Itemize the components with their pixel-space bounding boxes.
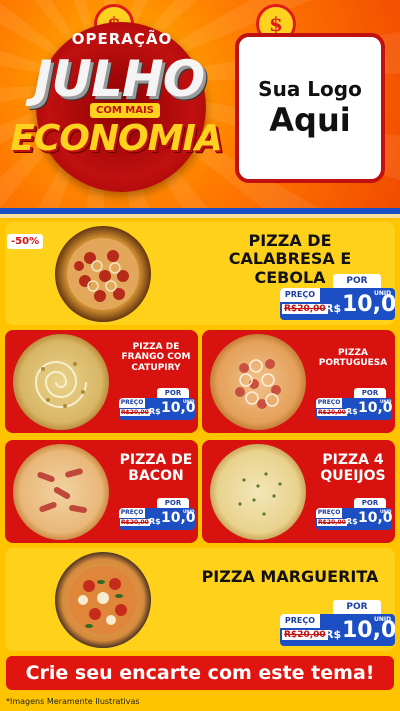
- currency: R$: [346, 407, 358, 416]
- product-name: PIZZA DE BACON: [119, 452, 193, 485]
- preco-label: PREÇO: [316, 508, 342, 518]
- footnote: *Imagens Meramente Ilustrativas: [6, 697, 140, 706]
- price-tag: PREÇO R$20,00 R$ 10,00 UNID: [119, 398, 195, 420]
- preco-label: PREÇO: [316, 398, 342, 408]
- unit-label: UNID: [374, 616, 392, 623]
- product-name: PIZZA DE FRANGO COM CATUPIRY: [121, 342, 191, 373]
- por-label: POR: [354, 498, 386, 508]
- com-mais-tag: COM MAIS: [90, 103, 160, 118]
- cta-button[interactable]: Crie seu encarte com este tema!: [6, 656, 394, 690]
- preco-label: PREÇO: [280, 288, 320, 302]
- por-label: POR: [157, 388, 189, 398]
- product-name: PIZZA MARGUERITA: [201, 567, 379, 586]
- old-price: R$20,00: [282, 304, 328, 314]
- pizza-image: [55, 552, 151, 648]
- currency: R$: [149, 407, 161, 416]
- discount-badge: -50%: [7, 234, 44, 249]
- currency: R$: [325, 302, 342, 315]
- unit-label: UNID: [380, 509, 392, 514]
- preco-label: PREÇO: [119, 508, 145, 518]
- pizza-image: [13, 444, 109, 540]
- por-label: POR: [333, 600, 381, 614]
- logo-line-2: Aqui: [269, 101, 351, 139]
- product-card-frango[interactable]: PIZZA DE FRANGO COM CATUPIRY POR PREÇO R…: [5, 330, 198, 433]
- operacao-text: OPERAÇÃO: [71, 30, 173, 48]
- preco-label: PREÇO: [119, 398, 145, 408]
- unit-label: UNID: [183, 399, 195, 404]
- product-card-4-queijos[interactable]: PIZZA 4 QUEIJOS POR PREÇO R$20,00 R$ 10,…: [202, 440, 395, 543]
- pizza-image: [13, 334, 109, 430]
- price-tag: PREÇO R$20,00 R$ 10,00 UNID: [316, 398, 392, 420]
- julho-text: JULHO: [33, 50, 205, 108]
- old-price: R$20,00: [120, 519, 150, 526]
- logo-line-1: Sua Logo: [258, 77, 362, 101]
- price-tag: PREÇO R$20,00 R$ 10,00 UNID: [280, 288, 395, 320]
- por-label: POR: [333, 274, 381, 288]
- currency: R$: [149, 517, 161, 526]
- product-name: PIZZA 4 QUEIJOS: [320, 452, 386, 485]
- old-price: R$20,00: [282, 630, 328, 640]
- unit-label: UNID: [374, 290, 392, 297]
- old-price: R$20,00: [317, 409, 347, 416]
- price-tag: PREÇO R$20,00 R$ 10,00 UNID: [119, 508, 195, 530]
- price-tag: PREÇO R$20,00 R$ 10,00 UNID: [280, 614, 395, 646]
- product-name: PIZZA PORTUGUESA: [318, 348, 388, 369]
- por-label: POR: [157, 498, 189, 508]
- currency: R$: [325, 628, 342, 641]
- product-card-portuguesa[interactable]: PIZZA PORTUGUESA POR PREÇO R$20,00 R$ 10…: [202, 330, 395, 433]
- unit-label: UNID: [380, 399, 392, 404]
- header-banner: $ $ OPERAÇÃO JULHO COM MAIS ECONOMIA Sua…: [0, 0, 400, 214]
- preco-label: PREÇO: [280, 614, 320, 628]
- product-card-calabresa[interactable]: PIZZA DE CALABRESA E CEBOLA POR PREÇO R$…: [5, 222, 395, 325]
- por-label: POR: [354, 388, 386, 398]
- price-tag: PREÇO R$20,00 R$ 10,00 UNID: [316, 508, 392, 530]
- product-card-bacon[interactable]: PIZZA DE BACON POR PREÇO R$20,00 R$ 10,0…: [5, 440, 198, 543]
- pizza-image: [55, 226, 151, 322]
- economia-text: ECONOMIA: [10, 118, 222, 159]
- pizza-image: [210, 334, 306, 430]
- old-price: R$20,00: [120, 409, 150, 416]
- logo-placeholder[interactable]: Sua Logo Aqui: [235, 33, 385, 183]
- unit-label: UNID: [183, 509, 195, 514]
- currency: R$: [346, 517, 358, 526]
- pizza-image: [210, 444, 306, 540]
- product-card-marguerita[interactable]: PIZZA MARGUERITA POR PREÇO R$20,00 R$ 10…: [5, 548, 395, 651]
- old-price: R$20,00: [317, 519, 347, 526]
